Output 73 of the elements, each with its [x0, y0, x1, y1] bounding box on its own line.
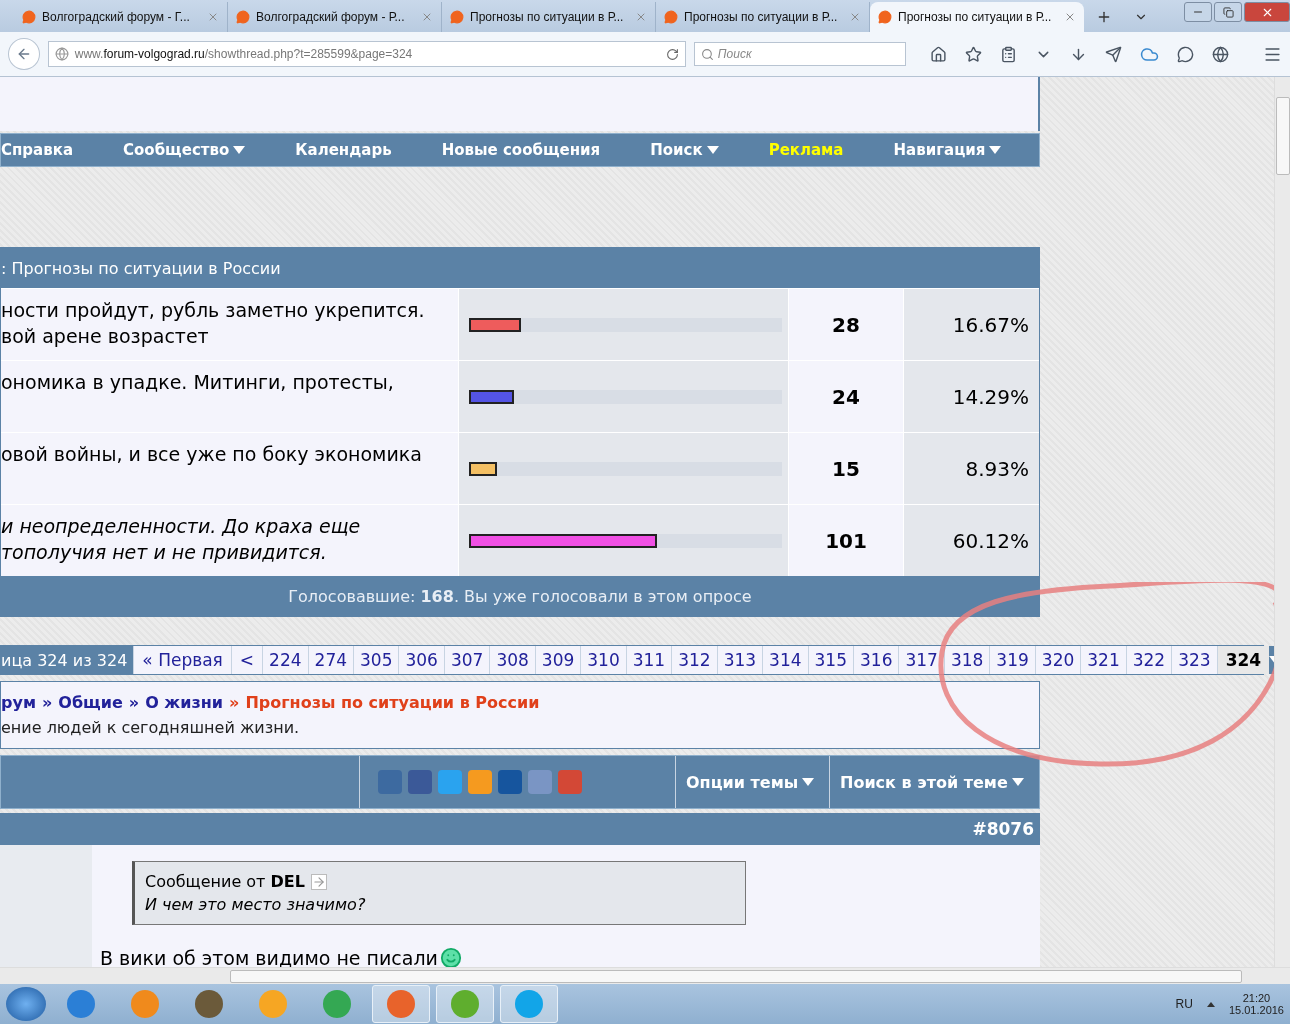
new-tab-icon[interactable] [1096, 9, 1112, 25]
caret-icon [989, 146, 1002, 154]
nav-link[interactable]: Новые сообщения [441, 141, 601, 159]
current-thread-title: Прогнозы по ситуации в России [245, 693, 540, 712]
globe-icon[interactable] [1212, 45, 1229, 63]
share-icon[interactable] [468, 770, 492, 794]
close-icon[interactable] [849, 11, 861, 23]
close-window-button[interactable] [1244, 2, 1290, 22]
thread-menu-button[interactable]: Опции темы [686, 772, 815, 792]
clock[interactable]: 21:20 15.01.2016 [1228, 992, 1284, 1016]
home-icon[interactable] [930, 45, 947, 63]
thread-menu-button[interactable]: Поиск в этой теме [840, 772, 1024, 792]
quote-text: И чем это место значимо? [145, 895, 367, 914]
chat-icon[interactable] [1177, 45, 1194, 63]
back-button[interactable] [8, 38, 40, 70]
poll-footer: Голосовавшие: 168. Вы уже голосовали в этом опросе [1, 576, 1039, 616]
separator: » [229, 693, 240, 712]
globe-icon [54, 47, 69, 61]
vote-percent: 16.67% [903, 289, 1039, 360]
taskbar-button[interactable] [436, 985, 494, 1023]
caret-icon [706, 146, 719, 154]
vote-percent: 14.29% [903, 361, 1039, 432]
nav-link[interactable]: Календарь [295, 141, 392, 159]
clipboard-icon[interactable] [1000, 45, 1017, 63]
caret-icon [1011, 778, 1024, 786]
vertical-scrollbar[interactable] [1274, 77, 1290, 967]
nav-link[interactable]: Поиск [650, 141, 719, 159]
reload-icon[interactable] [665, 47, 679, 61]
minimize-button[interactable] [1184, 2, 1212, 22]
thread-description: ение людей к сегодняшней жизни. [1, 718, 301, 737]
close-icon[interactable] [207, 11, 219, 23]
vote-percent: 60.12% [903, 505, 1039, 576]
taskbar-button[interactable] [500, 985, 558, 1023]
star-icon[interactable] [965, 45, 982, 63]
nav-link[interactable]: Навигация [893, 141, 1002, 159]
nav-link[interactable]: Сообщество [123, 141, 246, 159]
poll-title: : Прогнозы по ситуации в России [1, 248, 1039, 288]
page-link[interactable]: 324 [1216, 646, 1270, 674]
breadcrumb-link[interactable]: Общие [58, 693, 123, 712]
speech-bubble-icon [664, 10, 678, 24]
caret-icon [233, 146, 246, 154]
restore-icon [1222, 6, 1234, 18]
separator: » [128, 693, 140, 712]
horizontal-scrollbar[interactable] [0, 967, 1290, 984]
vote-percent: 8.93% [903, 433, 1039, 504]
start-button[interactable] [6, 987, 46, 1021]
taskbar-button[interactable] [372, 985, 430, 1023]
smiley-icon [439, 947, 462, 967]
address-field[interactable]: www.forum-volgograd.ru/showthread.php?t=285599&page=324 [47, 41, 686, 67]
close-icon[interactable] [421, 11, 433, 23]
nav-link[interactable]: Реклама [768, 141, 844, 159]
breadcrumb-link[interactable]: рум [1, 693, 36, 712]
speech-bubble-icon [878, 10, 892, 24]
speech-bubble-icon [236, 10, 250, 24]
restore-button[interactable] [1214, 2, 1242, 22]
language-indicator[interactable]: RU [1175, 997, 1193, 1011]
search-field[interactable]: Поиск [693, 42, 906, 66]
search-icon [700, 47, 714, 61]
caret-icon [802, 778, 815, 786]
speech-bubble-icon [22, 10, 36, 24]
quote-author: Сообщение от DEL [145, 872, 305, 891]
paper-plane-icon[interactable] [1105, 45, 1122, 63]
close-icon[interactable] [1064, 11, 1076, 23]
post-text: В вики об этом видимо не писали [100, 947, 438, 967]
separator: » [41, 693, 53, 712]
close-icon[interactable] [635, 11, 647, 23]
caret-icon[interactable] [1206, 1001, 1215, 1007]
page-count: ица 324 из 324 [1, 646, 134, 674]
nav-link[interactable]: Справка [1, 141, 74, 159]
browser-tab[interactable]: Прогнозы по ситуации в Р... [870, 2, 1084, 32]
speech-bubble-icon [450, 10, 464, 24]
post-number: #8076 [0, 813, 1040, 845]
breadcrumb-link[interactable]: О жизни [145, 693, 224, 712]
